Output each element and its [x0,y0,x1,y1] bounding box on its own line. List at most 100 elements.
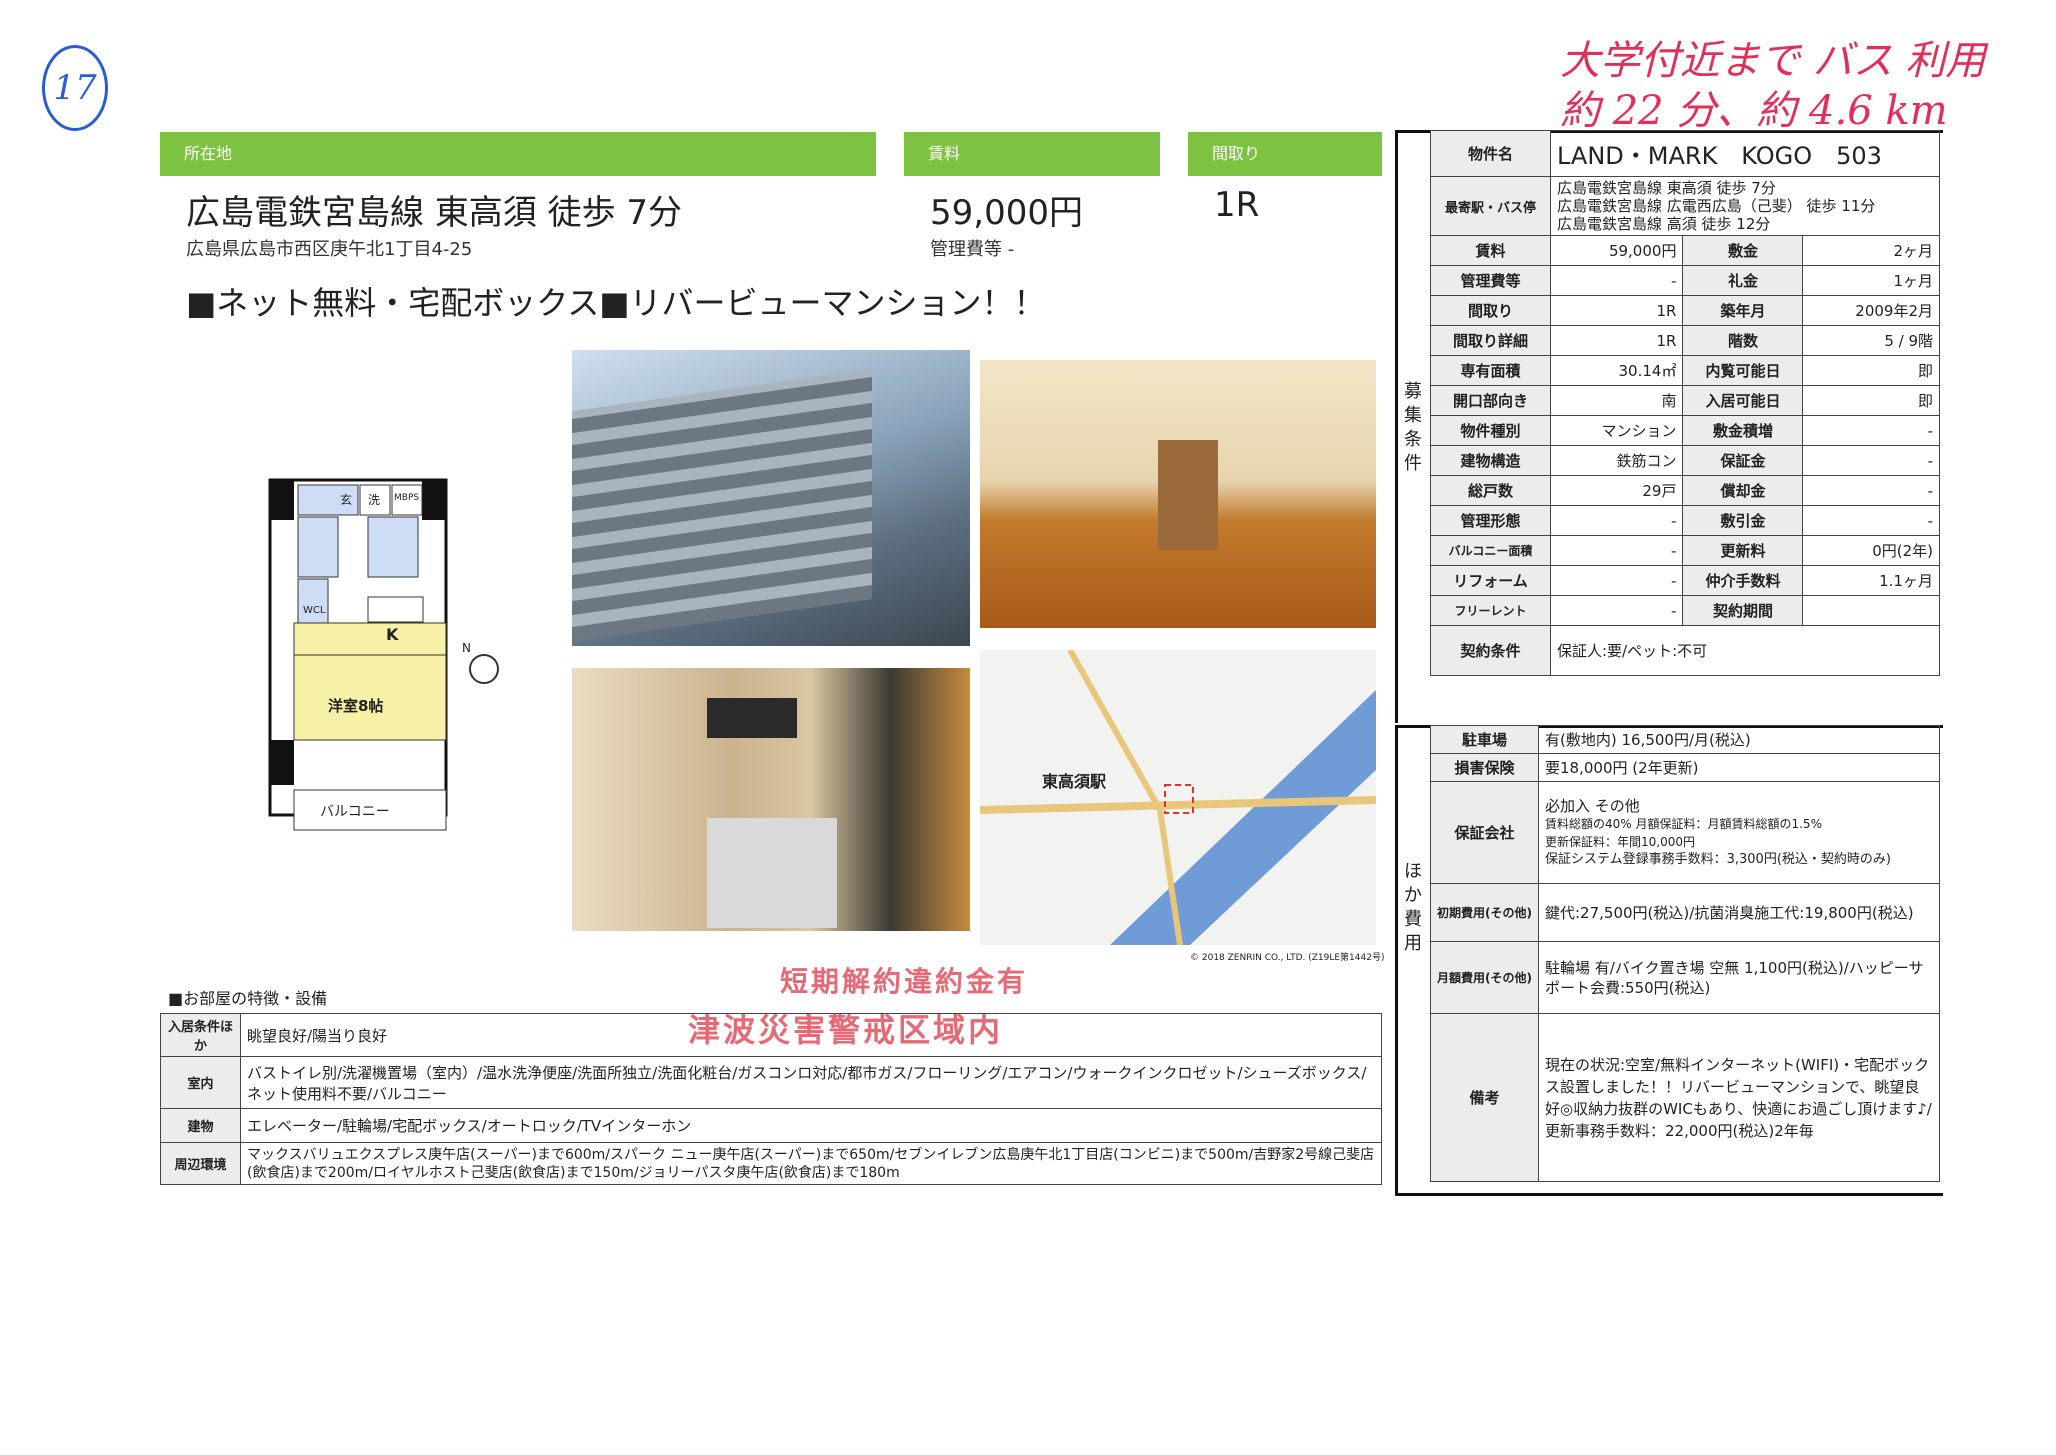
guarantee-line: 賃料総額の40% 月額保証料：月額賃料総額の1.5% [1545,816,1822,831]
rent-value: 59,000円 [930,193,1083,233]
other-side-label: ほか費用 [1404,861,1422,954]
fp-laundry: 洗 [368,493,381,507]
features-row-label: 入居条件ほか [160,1013,241,1057]
spec-value: 59,000円 [1549,235,1684,266]
spec-table: 物件名 LAND・MARK KOGO 503 最寄駅・バス停 広島電鉄宮島線 東… [1430,130,1940,676]
spec-label: 間取り詳細 [1430,325,1551,356]
other-value: 有(敷地内) 16,500円/月(税込) [1538,725,1940,754]
spec-grid: 賃料 59,000円 敷金 2ヶ月 管理費等 - 礼金 1ヶ月 間取り 1R 築年月 2009年2月間… [1430,235,1940,626]
spec-row: 総戸数 29戸 償却金 - [1430,475,1940,506]
map-station-label: 東高須駅 [1042,772,1107,791]
fp-room: 洋室8帖 [328,697,384,715]
spec-row: 管理形態 - 敷引金 - [1430,505,1940,536]
other-label: 備考 [1430,1013,1539,1182]
floor-plan-drawing [268,478,448,831]
map-drawing [980,650,1376,945]
floor-plan: 玄 洗 MBPS WCL K 洋室8帖 バルコニー [268,455,448,835]
spec-row: リフォーム - 仲介手数料 1.1ヶ月 [1430,565,1940,596]
station-item: 広島電鉄宮島線 東高須 徒歩 7分 [1557,179,1776,197]
spec-row: 物件種別 マンション 敷金積増 - [1430,415,1940,446]
spec-value: 1.1ヶ月 [1802,565,1940,596]
spec-label: 賃料 [1430,235,1551,266]
spec-value: 30.14㎡ [1549,355,1684,386]
spec-value: 即 [1802,385,1940,416]
spec-label: リフォーム [1430,565,1551,596]
spec-value: 1R [1549,325,1684,356]
management-fee: 管理費等 - [930,239,1015,260]
features-row: 建物 エレベーター/駐輪場/宅配ボックス/オートロック/TVインターホン [160,1108,1382,1143]
guarantee-line: 保証システム登録事務手数料：3,300円(税込・契約時のみ) [1545,851,1891,867]
spec-value: - [1802,415,1940,446]
spec-value: - [1802,445,1940,476]
features-row-value: バストイレ別/洗濯機置場（室内）/温水洗浄便座/洗面所独立/洗面化粧台/ガスコン… [240,1056,1382,1109]
spec-row: フリーレント - 契約期間 [1430,595,1940,626]
spec-label: 階数 [1682,325,1804,356]
other-label: 初期費用(その他) [1430,883,1539,942]
spec-row: 賃料 59,000円 敷金 2ヶ月 [1430,235,1940,266]
features-row-value: エレベーター/駐輪場/宅配ボックス/オートロック/TVインターホン [240,1108,1382,1143]
guarantee-line: 必加入 その他 [1545,796,1640,815]
station-item: 広島電鉄宮島線 高須 徒歩 12分 [1557,215,1771,233]
interior-doorway [1158,440,1218,550]
spec-value: 1ヶ月 [1802,265,1940,296]
spec-row: 間取り詳細 1R 階数 5 / 9階 [1430,325,1940,356]
spec-value: 5 / 9階 [1802,325,1940,356]
features-row: 周辺環境 マックスバリュエクスプレス庚午店(スーパー)まで600m/スパーク ニ… [160,1142,1382,1185]
other-row: 保証会社 必加入 その他 賃料総額の40% 月額保証料：月額賃料総額の1.5% … [1430,781,1940,884]
spec-value: - [1549,595,1684,626]
property-name: LAND・MARK KOGO 503 [1550,130,1940,177]
fp-kitchen: K [386,625,399,644]
spec-label: 敷金 [1682,235,1804,266]
guarantee-line: 更新保証料：年間10,000円 [1545,834,1695,849]
other-row: 月額費用(その他) 駐輪場 有/バイク置き場 空無 1,100円(税込)/ハッピ… [1430,941,1940,1014]
spec-label: フリーレント [1430,595,1551,626]
spec-label: 敷引金 [1682,505,1804,536]
spec-value: 2009年2月 [1802,295,1940,326]
spec-value: - [1549,505,1684,536]
spec-value: 0円(2年) [1802,535,1940,566]
spec-row: 開口部向き南入居可能日即 [1430,385,1940,416]
spec-label: 間取り [1430,295,1551,326]
spec-label: 築年月 [1682,295,1804,326]
spec-value [1802,595,1940,626]
kitchen-sink [707,818,837,928]
address: 広島県広島市西区庚午北1丁目4-25 [186,239,473,260]
nearest-station: 広島電鉄宮島線 東高須 徒歩 7分 [186,193,683,233]
spec-row: 管理費等 - 礼金 1ヶ月 [1430,265,1940,296]
spec-label: 仲介手数料 [1682,565,1804,596]
spec-value: 1R [1549,295,1684,326]
contract-conditions: 保証人:要/ペット:不可 [1550,625,1940,676]
spec-value: 南 [1549,385,1684,416]
spec-label: 最寄駅・バス停 [1430,176,1551,236]
room-interior-photo [980,360,1376,628]
other-value: 必加入 その他 賃料総額の40% 月額保証料：月額賃料総額の1.5% 更新保証料… [1538,781,1940,884]
compass-n-label: N [462,641,471,655]
kitchen-photo [572,668,970,931]
spec-label: 敷金積増 [1682,415,1804,446]
spec-value: 2ヶ月 [1802,235,1940,266]
other-value: 要18,000円 (2年更新) [1538,753,1940,782]
area-map: 東高須駅 [980,650,1376,945]
spec-value: - [1549,535,1684,566]
spec-value: - [1802,475,1940,506]
other-label: 月額費用(その他) [1430,941,1539,1014]
other-label: 損害保険 [1430,753,1539,782]
kitchen-hood [707,698,797,738]
spec-label: 保証金 [1682,445,1804,476]
rent-label: 賃料 [904,132,1160,176]
spec-label: バルコニー面積 [1430,535,1551,566]
spec-label: 償却金 [1682,475,1804,506]
spec-label: 開口部向き [1430,385,1551,416]
spec-label: 管理費等 [1430,265,1551,296]
spec-label: 内覧可能日 [1682,355,1804,386]
other-value: 現在の状況:空室/無料インターネット(WIFI)・宅配ボックス設置しました！！リ… [1538,1013,1940,1182]
other-row: 損害保険 要18,000円 (2年更新) [1430,753,1940,782]
spec-value: - [1549,565,1684,596]
station-list: 広島電鉄宮島線 東高須 徒歩 7分 広島電鉄宮島線 広電西広島（己斐） 徒歩 1… [1550,176,1940,236]
catchcopy: ■ネット無料・宅配ボックス■リバービューマンション！！ [186,284,1046,322]
spec-value: - [1549,265,1684,296]
spec-value: マンション [1549,415,1684,446]
spec-row-name: 物件名 LAND・MARK KOGO 503 [1430,130,1940,177]
spec-value: 即 [1802,355,1940,386]
other-row: 備考 現在の状況:空室/無料インターネット(WIFI)・宅配ボックス設置しました… [1430,1013,1940,1182]
